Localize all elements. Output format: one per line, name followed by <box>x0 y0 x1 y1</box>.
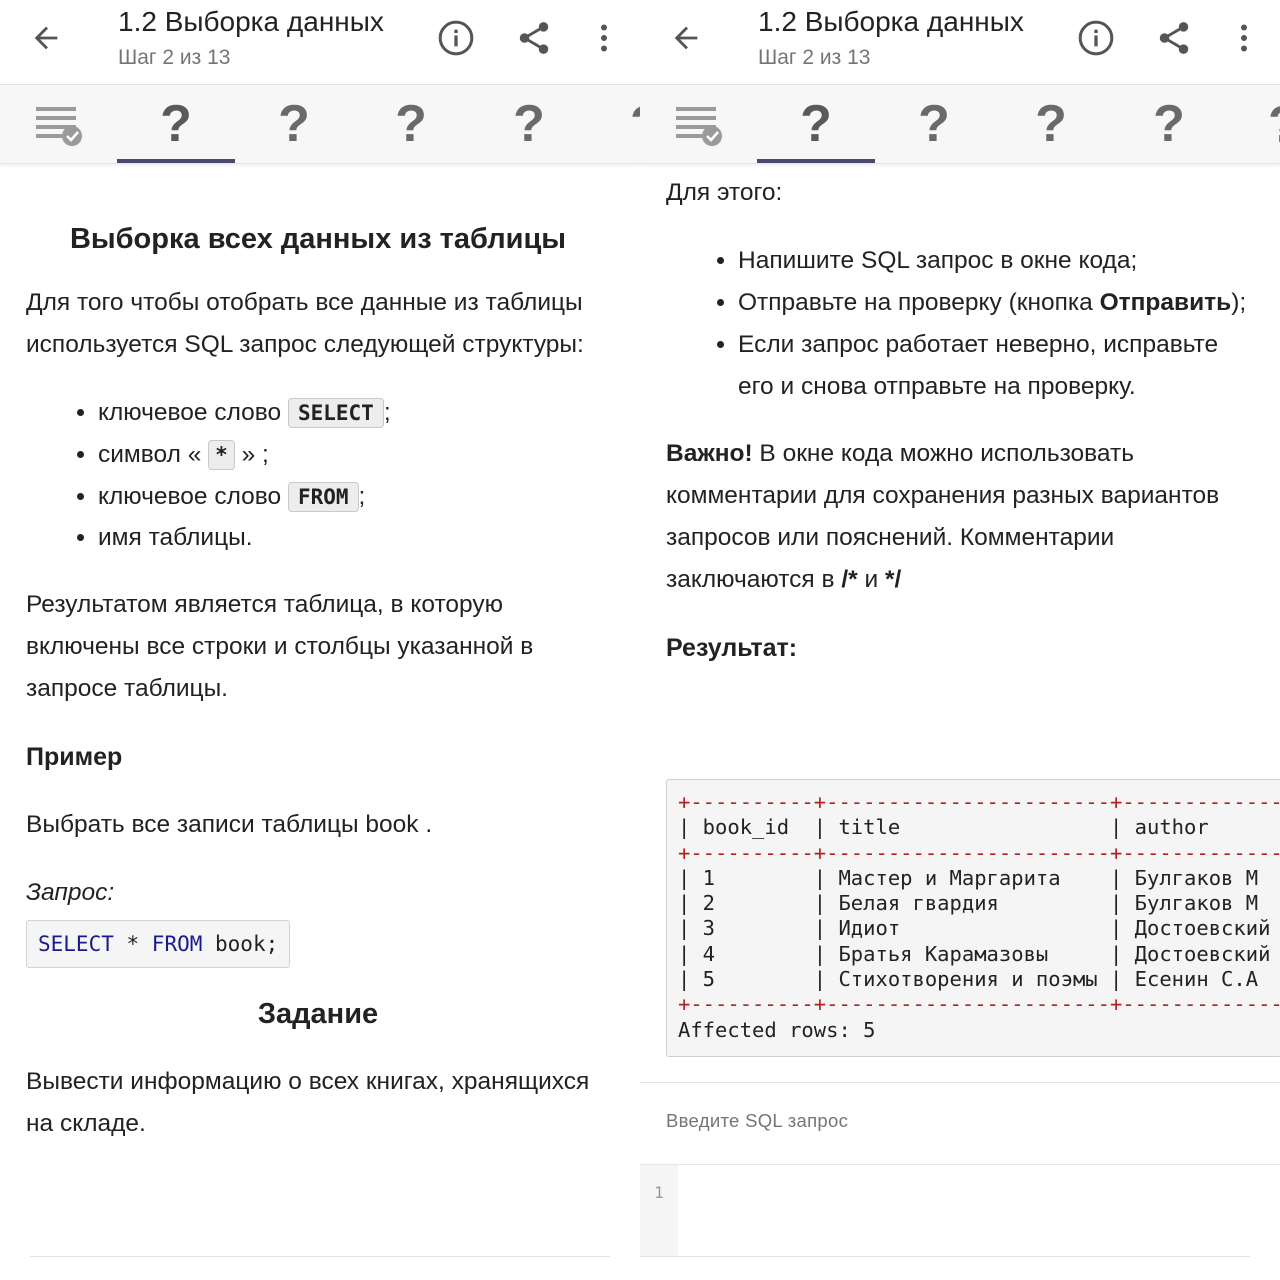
step-6-partial[interactable]: ? <box>630 85 640 163</box>
step-4[interactable]: ? <box>352 85 470 163</box>
example-heading: Пример <box>26 743 123 771</box>
line-number-gutter: 1 <box>640 1165 678 1257</box>
sql-code-input[interactable] <box>678 1165 1248 1257</box>
share-button[interactable] <box>510 14 558 62</box>
query-label: Запрос: <box>26 879 115 906</box>
instructions-intro: Для этого: <box>666 179 783 206</box>
list-item: символ « * » ; <box>98 434 610 476</box>
list-item: имя таблицы. <box>98 518 610 558</box>
step-navigation: ? ? ? ? ? <box>640 85 1280 164</box>
page-title: 1.2 Выборка данных <box>758 6 1024 37</box>
step-5[interactable]: ? <box>1110 85 1228 163</box>
list-item: ключевое слово FROM; <box>98 476 610 518</box>
table-row: | 5 | Стихотворения и поэмы | Есенин С.А <box>678 967 1259 992</box>
step-6-partial[interactable]: ? <box>1268 85 1280 163</box>
select-code: SELECT <box>287 398 384 428</box>
list-item: Напишите SQL запрос в окне кода; <box>738 240 1250 282</box>
important-paragraph: Важно! В окне кода можно использовать ко… <box>666 440 1220 593</box>
table-row: | 1 | Мастер и Маргарита | Булгаков М <box>678 865 1259 890</box>
back-button[interactable] <box>22 14 70 62</box>
from-code: FROM <box>287 482 359 512</box>
back-button[interactable] <box>662 14 710 62</box>
step-counter: Шаг 2 из 13 <box>118 46 231 69</box>
example-query-code: SELECT * FROM book; <box>26 920 291 968</box>
affected-rows: Affected rows: 5 <box>678 1017 876 1042</box>
section-heading: Выборка всех данных из таблицы <box>69 223 567 255</box>
table-row: | 3 | Идиот | Достоевский <box>678 916 1271 941</box>
submit-word: Отправить <box>1099 289 1232 316</box>
app-bar: 1.2 Выборка данных Шаг 2 из 13 <box>0 0 640 85</box>
step-4[interactable]: ? <box>992 85 1110 163</box>
step-5[interactable]: ? <box>470 85 588 163</box>
info-button[interactable] <box>432 14 480 62</box>
star-code: * <box>208 440 235 470</box>
sql-input-label: Введите SQL запрос <box>666 1110 849 1131</box>
divider <box>30 1256 610 1257</box>
info-icon <box>438 20 474 56</box>
checklist-icon <box>676 107 722 146</box>
more-options-button[interactable] <box>1220 14 1268 62</box>
step-3[interactable]: ? <box>875 85 993 163</box>
task-heading: Задание <box>257 998 379 1030</box>
result-table-output: +----------+-----------------------+----… <box>666 779 1280 1057</box>
task-paragraph: Вывести информацию о всех книгах, хранящ… <box>26 1068 590 1137</box>
step-2[interactable]: ? <box>757 85 875 163</box>
result-table-text: +----------+-----------------------+----… <box>678 790 1280 1043</box>
left-screen: 1.2 Выборка данных Шаг 2 из 13 ? ? ? ? ?… <box>0 0 640 1280</box>
list-item: Отправьте на проверку (кнопка Отправить)… <box>738 282 1250 324</box>
table-row: | 4 | Братья Карамазовы | Достоевский <box>678 941 1271 966</box>
table-border: +----------+-----------------------+----… <box>678 992 1280 1017</box>
table-border: +----------+-----------------------+----… <box>678 790 1280 814</box>
list-item: ключевое слово SELECT; <box>98 392 610 434</box>
share-button[interactable] <box>1150 14 1198 62</box>
step-2[interactable]: ? <box>117 85 235 163</box>
table-row: | 2 | Белая гвардия | Булгаков М <box>678 891 1259 916</box>
checklist-icon <box>36 107 82 146</box>
more-vert-icon <box>601 24 607 52</box>
result-heading: Результат: <box>666 634 798 662</box>
table-border: +----------+-----------------------+----… <box>678 840 1280 865</box>
lesson-content: Для этого: Напишите SQL запрос в окне ко… <box>666 172 1250 666</box>
info-button[interactable] <box>1072 14 1120 62</box>
result-paragraph: Результатом является таблица, в которую … <box>26 591 534 702</box>
more-options-button[interactable] <box>580 14 628 62</box>
more-vert-icon <box>1241 24 1247 52</box>
lesson-content: Выборка всех данных из таблицы Для того … <box>26 164 610 1145</box>
arrow-back-icon <box>34 26 58 50</box>
step-theory[interactable] <box>640 85 758 163</box>
page-title: 1.2 Выборка данных <box>118 6 384 37</box>
info-icon <box>1078 20 1114 56</box>
share-icon <box>1159 22 1189 54</box>
right-screen: 1.2 Выборка данных Шаг 2 из 13 ? ? ? ? ?… <box>640 0 1280 1280</box>
sql-code-editor[interactable]: 1 <box>640 1164 1280 1257</box>
list-item: Если запрос работает неверно, исправьте … <box>738 324 1250 408</box>
divider <box>640 1256 1250 1257</box>
structure-list: ключевое слово SELECT; символ « * » ; кл… <box>26 392 610 558</box>
table-header: | book_id | title | author <box>678 815 1209 840</box>
instructions-list: Напишите SQL запрос в окне кода; Отправь… <box>666 240 1250 408</box>
step-3[interactable]: ? <box>235 85 353 163</box>
step-theory[interactable] <box>0 85 118 163</box>
divider <box>640 1082 1280 1083</box>
share-icon <box>519 22 549 54</box>
app-bar: 1.2 Выборка данных Шаг 2 из 13 <box>640 0 1280 85</box>
example-paragraph: Выбрать все записи таблицы book . <box>26 811 433 838</box>
step-navigation: ? ? ? ? ? <box>0 85 640 164</box>
step-counter: Шаг 2 из 13 <box>758 46 871 69</box>
intro-paragraph: Для того чтобы отобрать все данные из та… <box>26 289 584 358</box>
arrow-back-icon <box>674 26 698 50</box>
